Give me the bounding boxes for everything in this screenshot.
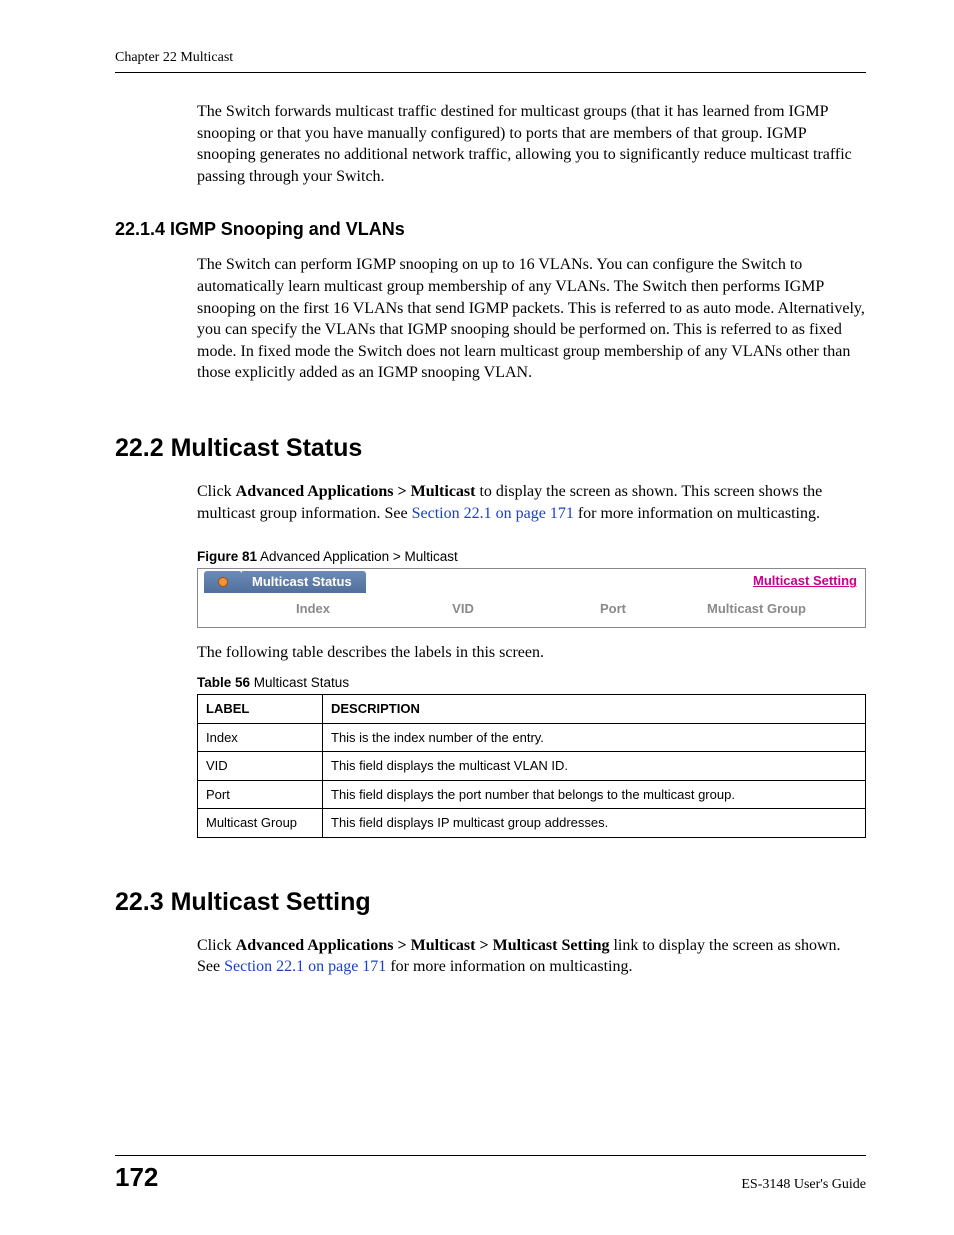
- table-caption: Table 56 Multicast Status: [197, 674, 866, 692]
- para-22-3: Click Advanced Applications > Multicast …: [197, 935, 866, 978]
- table-title: Multicast Status: [250, 675, 349, 690]
- cell-label: Index: [198, 723, 323, 752]
- text-fragment: for more information on multicasting.: [386, 958, 632, 975]
- para-22-2: Click Advanced Applications > Multicast …: [197, 481, 866, 524]
- table-multicast-status: LABEL DESCRIPTION Index This is the inde…: [197, 694, 866, 838]
- th-description: DESCRIPTION: [323, 695, 866, 724]
- cell-label: Multicast Group: [198, 809, 323, 838]
- orb-icon: [218, 577, 228, 587]
- figure-number: Figure 81: [197, 549, 257, 564]
- cell-desc: This is the index number of the entry.: [323, 723, 866, 752]
- table-row: Port This field displays the port number…: [198, 780, 866, 809]
- figure-title: Advanced Application > Multicast: [257, 549, 458, 564]
- table-row: Index This is the index number of the en…: [198, 723, 866, 752]
- table-intro: The following table describes the labels…: [197, 642, 866, 664]
- cross-ref-link[interactable]: Section 22.1 on page 171: [412, 505, 574, 522]
- chapter-label: Chapter 22 Multicast: [115, 50, 233, 65]
- cell-label: VID: [198, 752, 323, 781]
- breadcrumb-path: Advanced Applications > Multicast > Mult…: [236, 937, 610, 954]
- tab-label: Multicast Status: [242, 571, 366, 593]
- cell-desc: This field displays the multicast VLAN I…: [323, 752, 866, 781]
- col-index: Index: [238, 600, 388, 618]
- heading-22-1-4: 22.1.4 IGMP Snooping and VLANs: [115, 219, 866, 240]
- cross-ref-link[interactable]: Section 22.1 on page 171: [224, 958, 386, 975]
- tab-icon: [204, 571, 242, 593]
- heading-22-2: 22.2 Multicast Status: [115, 434, 866, 463]
- cell-desc: This field displays the port number that…: [323, 780, 866, 809]
- table-row: Multicast Group This field displays IP m…: [198, 809, 866, 838]
- column-headers: Index VID Port Multicast Group: [198, 594, 865, 618]
- figure-caption: Figure 81 Advanced Application > Multica…: [197, 548, 866, 566]
- cell-desc: This field displays IP multicast group a…: [323, 809, 866, 838]
- page-footer: 172 ES-3148 User's Guide: [115, 1155, 866, 1193]
- page-number: 172: [115, 1162, 158, 1193]
- col-port: Port: [538, 600, 688, 618]
- text-fragment: Click: [197, 937, 236, 954]
- th-label: LABEL: [198, 695, 323, 724]
- running-header: Chapter 22 Multicast: [115, 50, 866, 73]
- screenshot-multicast-status: Multicast Status Multicast Setting Index…: [197, 568, 866, 628]
- col-multicast-group: Multicast Group: [688, 600, 825, 618]
- table-number: Table 56: [197, 675, 250, 690]
- intro-paragraph: The Switch forwards multicast traffic de…: [197, 101, 866, 187]
- table-row: VID This field displays the multicast VL…: [198, 752, 866, 781]
- table-header-row: LABEL DESCRIPTION: [198, 695, 866, 724]
- breadcrumb-path: Advanced Applications > Multicast: [236, 483, 476, 500]
- text-fragment: for more information on multicasting.: [574, 505, 820, 522]
- para-22-1-4: The Switch can perform IGMP snooping on …: [197, 254, 866, 384]
- col-vid: VID: [388, 600, 538, 618]
- text-fragment: Click: [197, 483, 236, 500]
- cell-label: Port: [198, 780, 323, 809]
- heading-22-3: 22.3 Multicast Setting: [115, 888, 866, 917]
- guide-title: ES-3148 User's Guide: [741, 1177, 866, 1193]
- multicast-setting-link[interactable]: Multicast Setting: [753, 572, 857, 590]
- tab-bar: Multicast Status Multicast Setting: [198, 569, 865, 594]
